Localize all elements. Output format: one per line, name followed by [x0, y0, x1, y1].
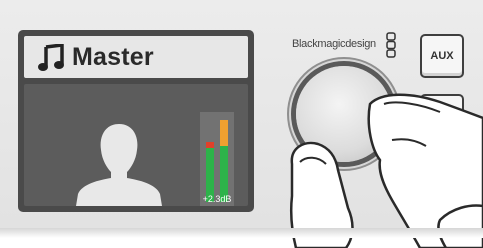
- lcd-header: Master: [24, 36, 248, 78]
- control-panel: Master +2.3dB Blackmagicdesign AUX SET: [0, 0, 483, 248]
- meter-level-label: +2.3dB: [202, 194, 232, 204]
- person-silhouette-icon: [76, 124, 162, 206]
- video-preview: +2.3dB: [24, 84, 248, 206]
- meter-right-peak: [220, 120, 228, 146]
- unlabeled-button[interactable]: [420, 94, 464, 138]
- blackmagic-logo-icon: [386, 32, 396, 58]
- brand-name: Blackmagicdesign: [292, 38, 376, 50]
- rotary-knob[interactable]: [296, 66, 392, 162]
- lcd-display: Master +2.3dB: [18, 30, 254, 212]
- set-button[interactable]: SET: [420, 158, 464, 202]
- music-note-icon: [38, 44, 64, 71]
- audio-meter: [200, 112, 234, 206]
- lcd-title: Master: [72, 43, 154, 71]
- meter-left-peak: [206, 142, 214, 148]
- aux-button[interactable]: AUX: [420, 34, 464, 78]
